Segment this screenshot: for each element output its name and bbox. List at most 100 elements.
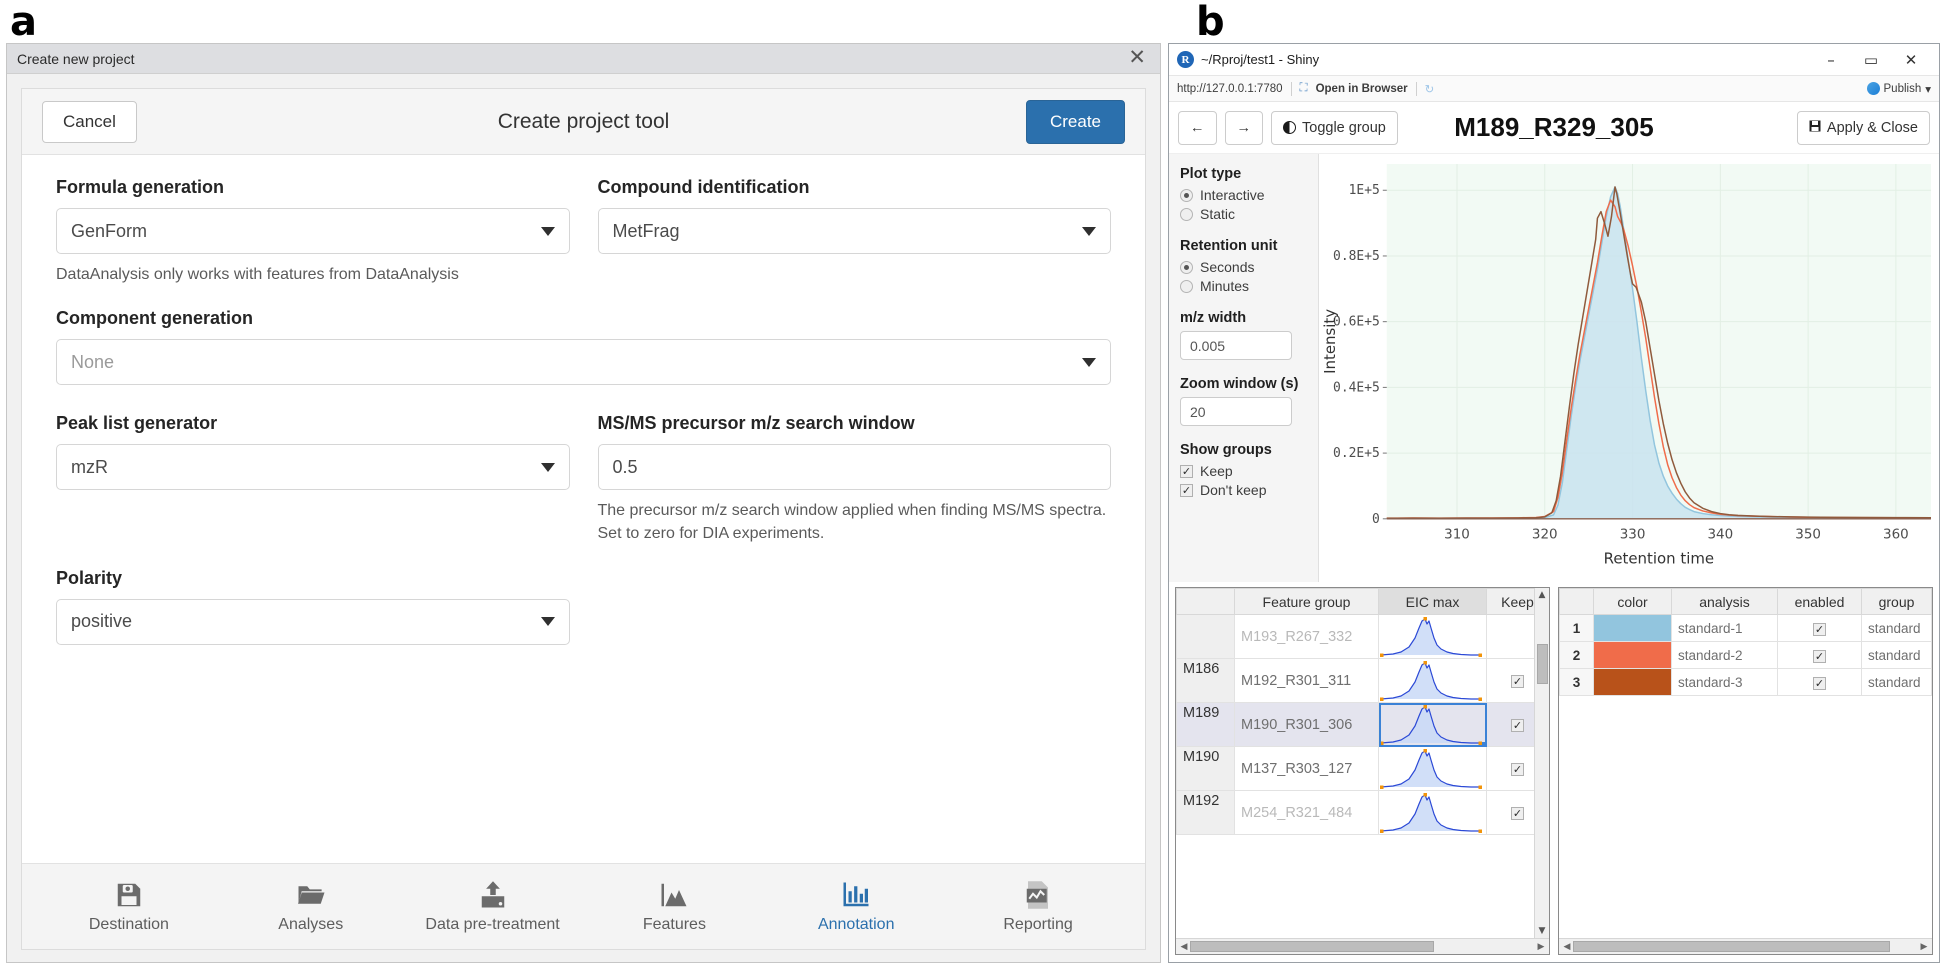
table-row[interactable]: M190 M137_R303_127 ✓ — [1176, 746, 1549, 791]
row-formula-compound: Formula generation GenForm DataAnalysis … — [56, 177, 1111, 286]
hscroll-thumb[interactable] — [1190, 941, 1434, 952]
checkbox-icon[interactable]: ✓ — [1813, 676, 1826, 690]
checkbox-icon[interactable]: ✓ — [1511, 675, 1524, 688]
feature-group-table[interactable]: Feature group EIC max Keep M193_R267_332 M18… — [1175, 587, 1550, 955]
tab-features[interactable]: Features — [599, 880, 749, 934]
eic-max-thumbnail[interactable] — [1378, 746, 1487, 791]
publish-button[interactable]: Publish — [1884, 83, 1922, 95]
panel-label-b: b — [1196, 0, 1225, 45]
color-swatch-cell[interactable] — [1593, 641, 1672, 669]
analysis-table-header-enabled[interactable]: enabled — [1777, 588, 1862, 615]
resize-handle[interactable] — [1482, 742, 1486, 746]
checkbox-icon[interactable]: ✓ — [1511, 807, 1524, 820]
scroll-down-icon[interactable]: ▼ — [1539, 924, 1546, 938]
maximize-icon[interactable]: ▭ — [1851, 45, 1891, 75]
enabled-checkbox-cell[interactable]: ✓ — [1777, 614, 1862, 642]
tab-destination[interactable]: Destination — [54, 880, 204, 934]
enabled-checkbox-cell[interactable]: ✓ — [1777, 641, 1862, 669]
radio-label: Interactive — [1200, 187, 1265, 203]
peak-list-generator-select[interactable]: mzR — [56, 444, 570, 491]
checkbox-label: Keep — [1200, 463, 1233, 479]
analysis-table-header-group[interactable]: group — [1861, 588, 1932, 615]
scroll-up-icon[interactable]: ▲ — [1539, 588, 1546, 602]
project-settings-form: Formula generation GenForm DataAnalysis … — [22, 155, 1145, 863]
eic-max-thumbnail[interactable] — [1378, 702, 1487, 747]
analysis-table-header-index[interactable] — [1559, 588, 1594, 615]
table-row[interactable]: M186 M192_R301_311 ✓ — [1176, 658, 1549, 703]
feature-group-name[interactable]: M193_R267_332 — [1234, 614, 1379, 659]
polarity-spacer — [598, 568, 1112, 645]
feature-table-hscrollbar[interactable]: ◀ ▶ — [1176, 938, 1549, 954]
mz-width-input[interactable]: 0.005 — [1180, 331, 1292, 360]
radio-plot-type-interactive[interactable]: Interactive — [1180, 187, 1307, 203]
open-in-browser-icon[interactable]: ⛶ — [1300, 82, 1308, 95]
feature-table-header-feature-group[interactable]: Feature group — [1234, 588, 1379, 615]
eic-plot-panel[interactable]: 0 0.2E+5 0.4E+5 0.6E+5 0.8E+5 1E+5 310 320 330 34… — [1319, 154, 1939, 582]
checkbox-show-dont-keep[interactable]: ✓ Don't keep — [1180, 482, 1307, 498]
eic-max-thumbnail[interactable] — [1378, 614, 1487, 659]
table-row[interactable]: 3 standard-3 ✓ standard — [1559, 668, 1932, 696]
table-row[interactable]: M192 M254_R321_484 ✓ — [1176, 790, 1549, 835]
checkbox-show-keep[interactable]: ✓ Keep — [1180, 463, 1307, 479]
back-button[interactable]: ← — [1178, 110, 1217, 145]
feature-table-vscrollbar[interactable]: ▲ ▼ — [1534, 588, 1549, 938]
analysis-table-header-color[interactable]: color — [1593, 588, 1672, 615]
checkbox-icon[interactable]: ✓ — [1511, 763, 1524, 776]
apply-and-close-button[interactable]: Apply & Close — [1796, 110, 1930, 145]
color-swatch-cell[interactable] — [1593, 614, 1672, 642]
chevron-down-icon[interactable]: ▾ — [1925, 82, 1931, 96]
cancel-button[interactable]: Cancel — [42, 100, 137, 143]
feature-group-name[interactable]: M190_R301_306 — [1234, 702, 1379, 747]
tab-data-pre-treatment[interactable]: Data pre-treatment — [418, 880, 568, 934]
scroll-right-icon[interactable]: ▶ — [1535, 942, 1547, 952]
zoom-window-input[interactable]: 20 — [1180, 397, 1292, 426]
open-in-browser-button[interactable]: Open in Browser — [1316, 83, 1408, 95]
scroll-left-icon[interactable]: ◀ — [1561, 942, 1573, 952]
eic-max-thumbnail[interactable] — [1378, 790, 1487, 835]
polarity-select[interactable]: positive — [56, 598, 570, 645]
radio-retention-minutes[interactable]: Minutes — [1180, 278, 1307, 294]
shiny-app-window: R ~/Rproj/test1 - Shiny – ▭ ✕ http://127… — [1168, 43, 1940, 963]
tab-reporting[interactable]: Reporting — [963, 880, 1113, 934]
analysis-table-hscrollbar[interactable]: ◀ ▶ — [1559, 938, 1932, 954]
feature-group-name[interactable]: M137_R303_127 — [1234, 746, 1379, 791]
feature-group-name[interactable]: M254_R321_484 — [1234, 790, 1379, 835]
formula-generation-select[interactable]: GenForm — [56, 208, 570, 254]
color-swatch-cell[interactable] — [1593, 668, 1672, 696]
component-generation-select[interactable]: None — [56, 339, 1111, 386]
feature-table-header-index[interactable] — [1176, 588, 1235, 615]
table-row[interactable]: 1 standard-1 ✓ standard — [1559, 614, 1932, 642]
analysis-table-header-analysis[interactable]: analysis — [1671, 588, 1778, 615]
table-row[interactable]: M193_R267_332 — [1176, 614, 1549, 659]
tab-annotation[interactable]: Annotation — [781, 880, 931, 934]
analysis-table-box[interactable]: color analysis enabled group 1 standard-1 ✓ sta… — [1558, 587, 1933, 955]
toggle-group-button[interactable]: Toggle group — [1271, 110, 1398, 145]
vscroll-thumb[interactable] — [1536, 644, 1548, 684]
close-icon[interactable]: ✕ — [1891, 45, 1931, 75]
minimize-icon[interactable]: – — [1811, 45, 1851, 75]
table-row[interactable]: M189 M190_R301_306 ✓ — [1176, 702, 1549, 747]
checkbox-icon[interactable]: ✓ — [1813, 622, 1826, 636]
enabled-checkbox-cell[interactable]: ✓ — [1777, 668, 1862, 696]
radio-retention-seconds[interactable]: Seconds — [1180, 259, 1307, 275]
refresh-icon[interactable]: ↻ — [1425, 82, 1435, 96]
close-icon[interactable]: ✕ — [1124, 46, 1150, 71]
radio-plot-type-static[interactable]: Static — [1180, 206, 1307, 222]
scroll-left-icon[interactable]: ◀ — [1178, 942, 1190, 952]
checkbox-icon[interactable]: ✓ — [1511, 719, 1524, 732]
eic-max-thumbnail[interactable] — [1378, 658, 1487, 703]
component-generation-label: Component generation — [56, 308, 253, 329]
checkbox-icon[interactable]: ✓ — [1813, 649, 1826, 663]
formula-generation-hint: DataAnalysis only works with features fr… — [56, 266, 459, 283]
compound-identification-select[interactable]: MetFrag — [597, 208, 1111, 254]
create-button[interactable]: Create — [1025, 99, 1125, 144]
scroll-right-icon[interactable]: ▶ — [1918, 942, 1930, 952]
table-row[interactable]: 2 standard-2 ✓ standard — [1559, 641, 1932, 669]
eic-chromatogram-plot[interactable]: 0 0.2E+5 0.4E+5 0.6E+5 0.8E+5 1E+5 310 320 330 34… — [1319, 154, 1939, 581]
forward-button[interactable]: → — [1224, 110, 1263, 145]
feature-group-name[interactable]: M192_R301_311 — [1234, 658, 1379, 703]
hscroll-thumb[interactable] — [1573, 941, 1891, 952]
feature-table-header-eic-max[interactable]: EIC max — [1378, 588, 1487, 615]
msms-precursor-window-input[interactable]: 0.5 — [597, 444, 1111, 491]
tab-analyses[interactable]: Analyses — [236, 880, 386, 934]
